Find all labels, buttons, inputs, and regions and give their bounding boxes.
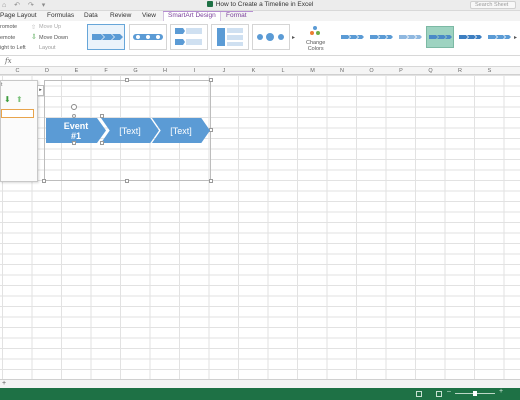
shape-2-text: [Text] bbox=[119, 125, 141, 136]
column-header-i[interactable]: I bbox=[180, 67, 209, 75]
layout-option-basic-chevron[interactable] bbox=[87, 24, 125, 50]
chevron-process-icon bbox=[92, 34, 123, 40]
column-header-d[interactable]: D bbox=[33, 67, 62, 75]
style-option-4-selected[interactable] bbox=[426, 26, 454, 48]
move-down-icon: ⇩ bbox=[31, 34, 37, 41]
stacked-list-icon bbox=[217, 28, 243, 46]
frame-handle-bottom-left[interactable] bbox=[42, 179, 46, 183]
ribbon-tabs: Page Layout Formulas Data Review View Sm… bbox=[0, 11, 520, 21]
layout-option-circle-process[interactable] bbox=[252, 24, 290, 50]
column-header-k[interactable]: K bbox=[239, 67, 268, 75]
vertical-chevron-icon bbox=[175, 28, 202, 45]
change-colors-button[interactable]: Change Colors bbox=[306, 40, 325, 52]
tab-view[interactable]: View bbox=[142, 11, 156, 21]
layout-option-vertical-chevron[interactable] bbox=[170, 24, 208, 50]
promote-button[interactable]: romote bbox=[0, 24, 17, 30]
column-header-p[interactable]: P bbox=[387, 67, 416, 75]
move-up-icon: ⇧ bbox=[31, 25, 37, 31]
right-to-left-button[interactable]: ight to Left bbox=[0, 45, 26, 51]
column-header-l[interactable]: L bbox=[269, 67, 298, 75]
tab-format[interactable]: Format bbox=[226, 11, 247, 21]
style-option-3[interactable] bbox=[398, 28, 422, 46]
ribbon: romote emote ight to Left ⇧ Move Up ⇩ Mo… bbox=[0, 21, 520, 56]
shape-handle-top[interactable] bbox=[72, 114, 76, 118]
demote-button[interactable]: emote bbox=[0, 35, 15, 41]
frame-handle-bottom[interactable] bbox=[125, 179, 129, 183]
circle-process-icon bbox=[257, 33, 284, 41]
layout-option-stacked-list[interactable] bbox=[211, 24, 249, 50]
layouts-gallery-next-icon[interactable]: ▸ bbox=[292, 34, 295, 41]
column-header-o[interactable]: O bbox=[357, 67, 386, 75]
formula-bar[interactable]: fx bbox=[0, 56, 520, 67]
status-bar: – + bbox=[0, 388, 520, 400]
text-pane-entry-field[interactable] bbox=[1, 109, 34, 118]
normal-view-icon[interactable] bbox=[436, 391, 442, 397]
column-header-s[interactable]: S bbox=[475, 67, 504, 75]
styles-gallery-next-icon[interactable]: ▸ bbox=[514, 34, 517, 41]
zoom-out-icon[interactable]: – bbox=[447, 388, 451, 395]
column-header-r[interactable]: R bbox=[446, 67, 475, 75]
style-option-1[interactable] bbox=[340, 28, 364, 46]
frame-handle-bottom-right[interactable] bbox=[209, 179, 213, 183]
zoom-in-icon[interactable]: + bbox=[499, 388, 503, 395]
column-header-h[interactable]: H bbox=[151, 67, 180, 75]
frame-handle-top-right[interactable] bbox=[209, 78, 213, 82]
text-pane-toggle[interactable]: ▸ bbox=[37, 85, 44, 96]
search-sheet-input[interactable]: Search Sheet bbox=[470, 1, 516, 9]
layout-option-process-bar[interactable] bbox=[129, 24, 167, 50]
shape-handle-bottom-right[interactable] bbox=[100, 141, 104, 145]
layout-button[interactable]: Layout bbox=[39, 45, 56, 51]
add-sheet-icon[interactable]: + bbox=[2, 380, 6, 388]
sheet-tab-bar: + bbox=[0, 379, 520, 388]
column-header-q[interactable]: Q bbox=[416, 67, 445, 75]
shape-handle-bottom[interactable] bbox=[72, 141, 76, 145]
title-bar: ⌂ ↶ ↷ ▾ How to Create a Timeline in Exce… bbox=[0, 0, 520, 11]
move-up-button[interactable]: Move Up bbox=[39, 24, 61, 30]
shape-handle-top-right[interactable] bbox=[100, 114, 104, 118]
column-header-c[interactable]: C bbox=[3, 67, 32, 75]
excel-doc-icon bbox=[206, 1, 213, 7]
style-option-5[interactable] bbox=[458, 28, 482, 46]
smartart-shape-1[interactable]: Event #1 bbox=[46, 118, 106, 143]
promote-arrow-icon[interactable]: ⬆ bbox=[16, 95, 23, 104]
process-bar-icon bbox=[133, 34, 163, 40]
tab-data[interactable]: Data bbox=[84, 11, 98, 21]
move-down-button[interactable]: Move Down bbox=[39, 35, 68, 41]
rotate-handle-icon[interactable] bbox=[71, 104, 77, 110]
fx-icon: fx bbox=[5, 57, 12, 65]
column-header-j[interactable]: J bbox=[210, 67, 239, 75]
tab-review[interactable]: Review bbox=[110, 11, 131, 21]
document-title: How to Create a Timeline in Excel bbox=[0, 1, 520, 8]
column-header-g[interactable]: G bbox=[121, 67, 150, 75]
contextual-tab-indicator bbox=[163, 11, 253, 12]
tab-formulas[interactable]: Formulas bbox=[47, 11, 74, 21]
column-header-f[interactable]: F bbox=[92, 67, 121, 75]
style-option-6[interactable] bbox=[487, 28, 511, 46]
smartart-text-pane: t ⬇ ⬆ bbox=[0, 80, 38, 182]
shape-1-text: Event #1 bbox=[63, 120, 89, 141]
change-colors-icon bbox=[310, 26, 320, 35]
column-header-e[interactable]: E bbox=[62, 67, 91, 75]
shape-3-text: [Text] bbox=[170, 125, 192, 136]
column-header-m[interactable]: M bbox=[298, 67, 327, 75]
column-header-n[interactable]: N bbox=[328, 67, 357, 75]
column-headers: CDEFGHIJKLMNOPQRS bbox=[0, 67, 520, 75]
text-pane-title: t bbox=[1, 82, 3, 88]
style-option-2[interactable] bbox=[369, 28, 393, 46]
style-thumb-chevrons bbox=[429, 35, 452, 39]
frame-handle-top[interactable] bbox=[125, 78, 129, 82]
zoom-slider-knob[interactable] bbox=[473, 391, 477, 396]
tab-page-layout[interactable]: Page Layout bbox=[0, 11, 37, 21]
tab-smartart-design[interactable]: SmartArt Design bbox=[163, 11, 221, 21]
page-layout-view-icon[interactable] bbox=[416, 391, 422, 397]
demote-arrow-icon[interactable]: ⬇ bbox=[4, 95, 11, 104]
